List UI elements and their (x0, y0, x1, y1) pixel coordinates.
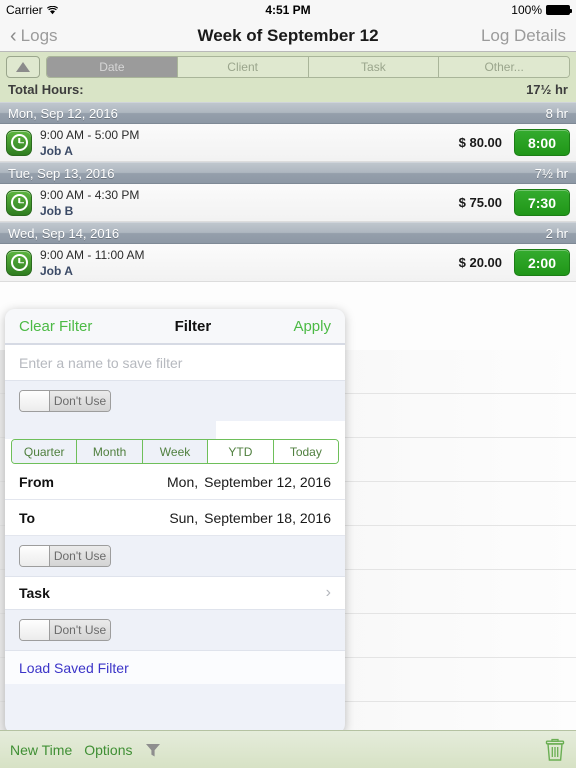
entry-duration-badge[interactable]: 2:00 (514, 249, 570, 276)
filter-name-placeholder: Enter a name to save filter (19, 354, 183, 371)
task-filter-toggle-label: Don't Use (50, 546, 110, 566)
to-label: To (19, 509, 36, 526)
toggle-knob (20, 546, 50, 566)
entry-amount: $ 75.00 (458, 195, 502, 210)
date-preset-segmented-control[interactable]: Quarter Month Week YTD Today (11, 439, 339, 464)
to-weekday: Sun, (169, 509, 199, 526)
list-header: Date Client Task Other... Total Hours: 1… (0, 52, 576, 102)
task-label: Task (19, 585, 50, 601)
section-header: Wed, Sep 14, 2016 2 hr (0, 222, 576, 244)
collapse-all-button[interactable] (6, 56, 40, 78)
clock-icon (6, 129, 32, 156)
status-bar: Carrier 4:51 PM 100% (0, 0, 576, 20)
other-filter-toggle-section: Don't Use (5, 610, 345, 650)
task-row[interactable]: Task › (5, 576, 345, 610)
filter-popover-header: Clear Filter Filter Apply (5, 309, 345, 345)
entry-text: 9:00 AM - 11:00 AM Job A (40, 248, 145, 278)
section-date-label: Tue, Sep 13, 2016 (8, 165, 115, 181)
table-row[interactable]: 9:00 AM - 11:00 AM Job A $ 20.00 2:00 (0, 244, 576, 282)
other-filter-toggle[interactable]: Don't Use (19, 619, 111, 641)
filter-popover-title: Filter (174, 317, 212, 335)
date-preset-ytd[interactable]: YTD (208, 440, 274, 463)
entry-text: 9:00 AM - 5:00 PM Job A (40, 128, 139, 158)
filter-name-input[interactable]: Enter a name to save filter (5, 345, 345, 381)
trash-icon[interactable] (544, 738, 566, 762)
app-screen: Carrier 4:51 PM 100% ‹ Logs Week of Sept… (0, 0, 576, 768)
grouping-segmented-control[interactable]: Date Client Task Other... (46, 56, 570, 78)
entry-job-label: Job A (40, 143, 73, 158)
section-header: Tue, Sep 13, 2016 7½ hr (0, 162, 576, 184)
section-date-label: Mon, Sep 12, 2016 (8, 105, 118, 121)
grouping-controls: Date Client Task Other... (0, 52, 576, 78)
to-value: Sun, September 18, 2016 (169, 510, 331, 526)
section-date-label: Wed, Sep 14, 2016 (8, 225, 120, 241)
date-preset-week[interactable]: Week (142, 440, 209, 463)
toggle-knob (20, 391, 50, 411)
entry-time-range: 9:00 AM - 11:00 AM (40, 247, 145, 262)
clock-icon (6, 189, 32, 216)
section-hours-label: 2 hr (545, 225, 568, 241)
options-button[interactable]: Options (84, 742, 132, 758)
date-preset-wrap: Quarter Month Week YTD Today (5, 439, 345, 464)
clear-filter-button[interactable]: Clear Filter (19, 318, 92, 335)
table-row[interactable]: 9:00 AM - 5:00 PM Job A $ 80.00 8:00 (0, 124, 576, 162)
filter-popover: Clear Filter Filter Apply Enter a name t… (5, 309, 345, 734)
client-filter-toggle-label: Don't Use (50, 391, 110, 411)
entry-job-label: Job B (40, 203, 74, 218)
entry-duration-badge[interactable]: 8:00 (514, 129, 570, 156)
client-filter-toggle[interactable]: Don't Use (19, 390, 111, 412)
clock-icon (6, 249, 32, 276)
date-section-band (5, 421, 216, 439)
load-saved-filter-label: Load Saved Filter (19, 659, 129, 676)
total-hours-label: Total Hours: (8, 82, 84, 97)
status-bar-right: 100% (511, 3, 572, 17)
date-preset-month[interactable]: Month (77, 440, 143, 463)
task-filter-toggle[interactable]: Don't Use (19, 545, 111, 567)
segment-other[interactable]: Other... (439, 57, 569, 77)
segment-date[interactable]: Date (47, 57, 178, 77)
date-filter-section: Quarter Month Week YTD Today From Mon, Se… (5, 421, 345, 536)
to-date-row[interactable]: To Sun, September 18, 2016 (5, 500, 345, 536)
from-date: September 12, 2016 (204, 473, 331, 490)
toggle-knob (20, 620, 50, 640)
bottom-toolbar: New Time Options (0, 730, 576, 768)
date-preset-today[interactable]: Today (273, 440, 338, 463)
from-date-row[interactable]: From Mon, September 12, 2016 (5, 464, 345, 500)
entry-duration-badge[interactable]: 7:30 (514, 189, 570, 216)
to-date: September 18, 2016 (204, 509, 331, 526)
apply-filter-button[interactable]: Apply (293, 318, 331, 335)
navigation-bar: ‹ Logs Week of September 12 Log Details (0, 20, 576, 52)
load-saved-filter-row[interactable]: Load Saved Filter (5, 650, 345, 684)
battery-percent-label: 100% (511, 3, 542, 17)
from-value: Mon, September 12, 2016 (167, 474, 331, 490)
other-filter-toggle-label: Don't Use (50, 620, 110, 640)
filter-popover-body: Enter a name to save filter Don't Use Qu… (5, 345, 345, 734)
new-time-button[interactable]: New Time (10, 742, 72, 758)
section-header: Mon, Sep 12, 2016 8 hr (0, 102, 576, 124)
task-filter-toggle-section: Don't Use (5, 536, 345, 576)
total-hours-row: Total Hours: 17½ hr (0, 78, 576, 97)
entry-amount: $ 80.00 (458, 135, 502, 150)
battery-icon (546, 5, 572, 15)
entry-time-range: 9:00 AM - 4:30 PM (40, 187, 140, 202)
segment-task[interactable]: Task (308, 57, 440, 77)
triangle-up-icon (16, 62, 30, 72)
table-row[interactable]: 9:00 AM - 4:30 PM Job B $ 75.00 7:30 (0, 184, 576, 222)
section-hours-label: 7½ hr (534, 165, 568, 181)
entry-text: 9:00 AM - 4:30 PM Job B (40, 188, 139, 218)
chevron-right-icon: › (325, 584, 331, 601)
section-hours-label: 8 hr (545, 105, 568, 121)
from-weekday: Mon, (167, 473, 199, 490)
log-details-button[interactable]: Log Details (481, 26, 566, 46)
from-label: From (19, 473, 54, 490)
entry-job-label: Job A (40, 263, 73, 278)
entry-amount: $ 20.00 (458, 255, 502, 270)
status-bar-clock: 4:51 PM (265, 3, 311, 17)
funnel-icon[interactable] (144, 741, 162, 759)
client-filter-toggle-section: Don't Use (5, 381, 345, 421)
entry-time-range: 9:00 AM - 5:00 PM (40, 127, 140, 142)
total-hours-value: 17½ hr (526, 82, 568, 97)
date-preset-quarter[interactable]: Quarter (12, 440, 78, 463)
segment-client[interactable]: Client (177, 57, 309, 77)
